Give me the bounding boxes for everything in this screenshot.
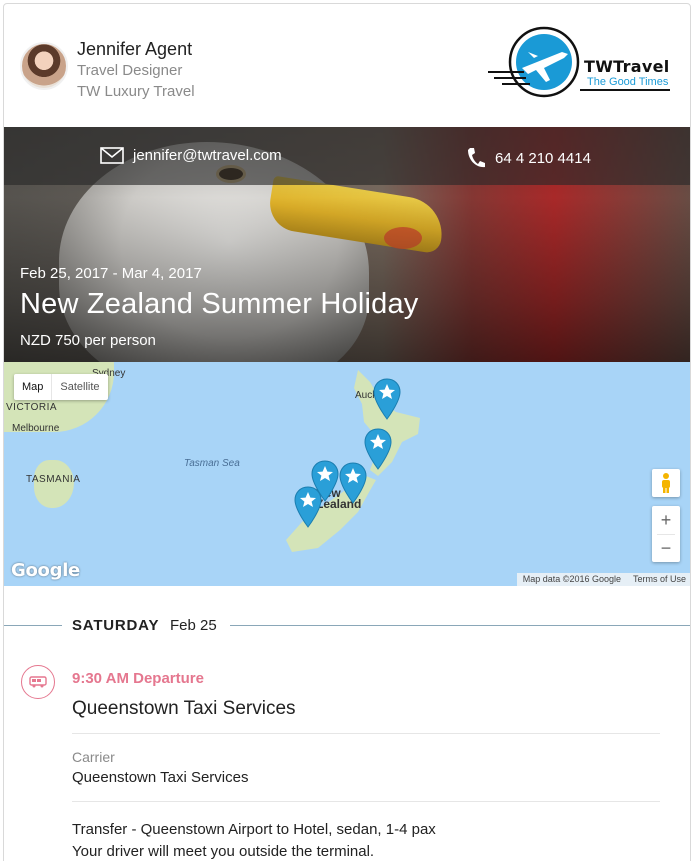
- zoom-control: + −: [652, 506, 680, 562]
- agent-role: Travel Designer: [77, 62, 183, 79]
- map-attribution: Map data ©2016 Google Terms of Use: [516, 573, 690, 586]
- map-type-control: Map Satellite: [14, 374, 108, 400]
- carrier-value: Queenstown Taxi Services: [72, 769, 249, 786]
- avatar: [20, 42, 68, 90]
- day-divider-right: [230, 625, 690, 626]
- phone-text: 64 4 210 4414: [495, 149, 591, 167]
- segment-divider: [72, 801, 660, 802]
- map-pin-icon[interactable]: [364, 428, 392, 470]
- trip-map[interactable]: Sydney VICTORIA Melbourne TASMANIA Tasma…: [4, 362, 690, 586]
- map-type-satellite-button[interactable]: Satellite: [51, 374, 107, 400]
- segment-divider: [72, 733, 660, 734]
- logo-brand: TWTravel: [584, 57, 670, 76]
- agent-info: Jennifer Agent Travel Designer TW Luxury…: [20, 38, 195, 102]
- bus-icon: [29, 676, 47, 688]
- map-label-melbourne: Melbourne: [12, 423, 60, 434]
- google-logo[interactable]: Google: [11, 560, 80, 581]
- company-logo: TWTravel The Good Times: [484, 24, 674, 102]
- map-label-tasmania: TASMANIA: [26, 474, 81, 485]
- segment-time: 9:30 AM Departure: [72, 670, 204, 687]
- zoom-out-button[interactable]: −: [652, 534, 680, 562]
- map-pin-icon[interactable]: [294, 486, 322, 528]
- carrier-label: Carrier: [72, 749, 115, 765]
- phone-link[interactable]: 64 4 210 4414: [466, 147, 591, 169]
- contact-bar: jennifer@twtravel.com 64 4 210 4414: [4, 127, 690, 185]
- map-data-text: Map data ©2016 Google: [522, 574, 621, 584]
- email-text: jennifer@twtravel.com: [133, 147, 282, 164]
- agent-company: TW Luxury Travel: [77, 83, 195, 100]
- zoom-in-button[interactable]: +: [652, 506, 680, 534]
- itinerary-card: Jennifer Agent Travel Designer TW Luxury…: [3, 3, 691, 861]
- map-label-tasman-sea: Tasman Sea: [184, 458, 240, 469]
- hero-banner: jennifer@twtravel.com 64 4 210 4414 Feb …: [4, 127, 690, 362]
- segment-description: Transfer - Queenstown Airport to Hotel, …: [72, 821, 436, 838]
- trip-dates: Feb 25, 2017 - Mar 4, 2017: [20, 265, 202, 282]
- trip-price: NZD 750 per person: [20, 332, 156, 349]
- segment-icon-badge: [21, 665, 55, 699]
- map-type-map-button[interactable]: Map: [14, 374, 51, 400]
- day-divider-left: [4, 625, 62, 626]
- day-header: SATURDAY Feb 25: [4, 614, 690, 638]
- map-pin-icon[interactable]: [339, 462, 367, 504]
- logo-tagline: The Good Times: [587, 76, 669, 88]
- segment-note: Your driver will meet you outside the te…: [72, 843, 375, 860]
- day-name: SATURDAY: [72, 617, 160, 634]
- email-link[interactable]: jennifer@twtravel.com: [100, 147, 282, 164]
- segment-title: Queenstown Taxi Services: [72, 698, 296, 719]
- day-date: Feb 25: [170, 617, 217, 634]
- agent-name: Jennifer Agent: [77, 39, 193, 59]
- map-pin-icon[interactable]: [373, 378, 401, 420]
- pegman-icon: [662, 473, 670, 493]
- terms-of-use-link[interactable]: Terms of Use: [633, 573, 686, 586]
- map-label-victoria: VICTORIA: [6, 402, 58, 413]
- trip-title: New Zealand Summer Holiday: [20, 288, 419, 320]
- street-view-button[interactable]: [652, 469, 680, 497]
- envelope-icon: [100, 147, 124, 164]
- phone-icon: [468, 148, 485, 168]
